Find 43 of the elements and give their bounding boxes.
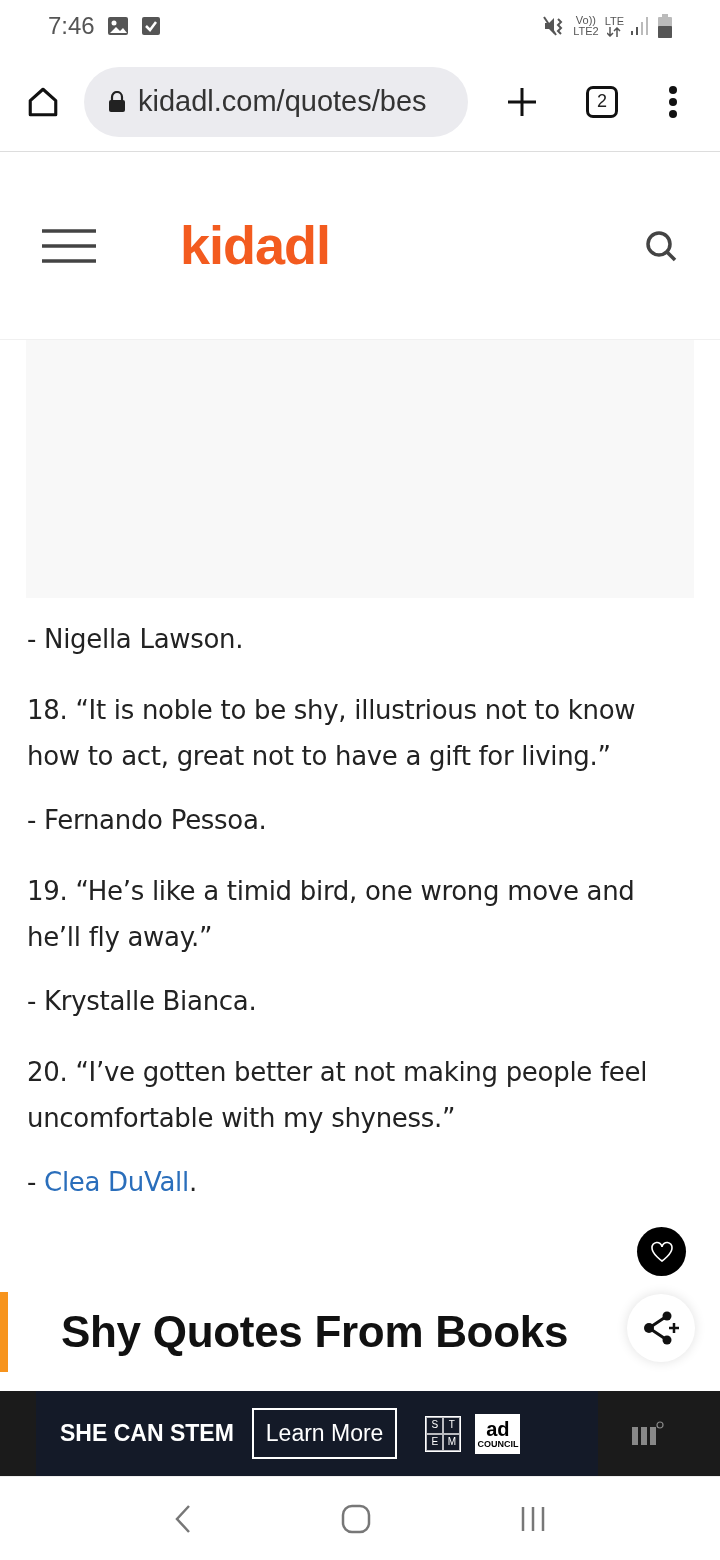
- menu-icon[interactable]: [42, 228, 96, 263]
- search-icon[interactable]: [644, 228, 678, 263]
- share-plus-icon: [642, 1311, 680, 1345]
- lte2-label: LTE2: [573, 26, 599, 37]
- ad-network-icon[interactable]: [630, 1420, 664, 1447]
- lock-icon: [108, 90, 126, 113]
- signal-icon: [630, 16, 650, 36]
- quote-author: - Fernando Pessoa.: [27, 804, 268, 837]
- ad-headline: SHE CAN STEM: [60, 1419, 234, 1449]
- ad-logo-text: ad: [486, 1418, 510, 1439]
- period-text: .: [188, 1166, 197, 1199]
- quote-author: - Krystalle Bianca.: [27, 985, 258, 1018]
- author-link[interactable]: Clea DuVall: [44, 1159, 189, 1205]
- data-arrows-icon: [607, 26, 622, 37]
- stem-letter: M: [443, 1433, 461, 1451]
- home-button-icon[interactable]: [341, 1503, 371, 1534]
- quote-text: 20. “I’ve gotten better at not making people feel uncomfortable with my shyness.”: [27, 1056, 649, 1135]
- tab-count-button[interactable]: 2: [586, 85, 618, 118]
- share-button[interactable]: [627, 1294, 695, 1362]
- back-icon[interactable]: [174, 1503, 193, 1534]
- council-text: COUNCIL: [477, 1438, 519, 1449]
- recent-apps-icon[interactable]: [519, 1505, 546, 1532]
- quote-text: 19. “He’s like a timid bird, one wrong move and he’ll fly away.”: [27, 875, 636, 954]
- more-icon[interactable]: [668, 85, 678, 118]
- status-time: 7:46: [48, 11, 95, 41]
- quote-text: 18. “It is noble to be shy, illustrious not to know how to act, great not to have a gift for living.”: [27, 694, 637, 773]
- learn-more-button[interactable]: Learn More: [251, 1408, 398, 1459]
- quote-author: - Nigella Lawson.: [27, 623, 245, 656]
- image-icon: [106, 16, 129, 36]
- plus-icon[interactable]: [506, 85, 538, 118]
- stem-letter: S: [426, 1416, 444, 1434]
- section-heading: Shy Quotes From Books: [61, 1306, 569, 1358]
- stem-letter: E: [426, 1433, 444, 1451]
- lte-label: LTE: [604, 15, 624, 27]
- dash-text: -: [27, 1166, 38, 1199]
- checkbox-icon: [140, 16, 161, 36]
- address-bar[interactable]: kidadl.com/quotes/bes: [84, 66, 468, 137]
- favorite-button[interactable]: [637, 1227, 686, 1276]
- stem-letter: T: [443, 1416, 461, 1434]
- url-text: kidadl.com/quotes/bes: [138, 83, 427, 119]
- battery-icon: [658, 14, 672, 38]
- heart-icon: [649, 1240, 674, 1263]
- volte-label: Vo)): [575, 15, 596, 26]
